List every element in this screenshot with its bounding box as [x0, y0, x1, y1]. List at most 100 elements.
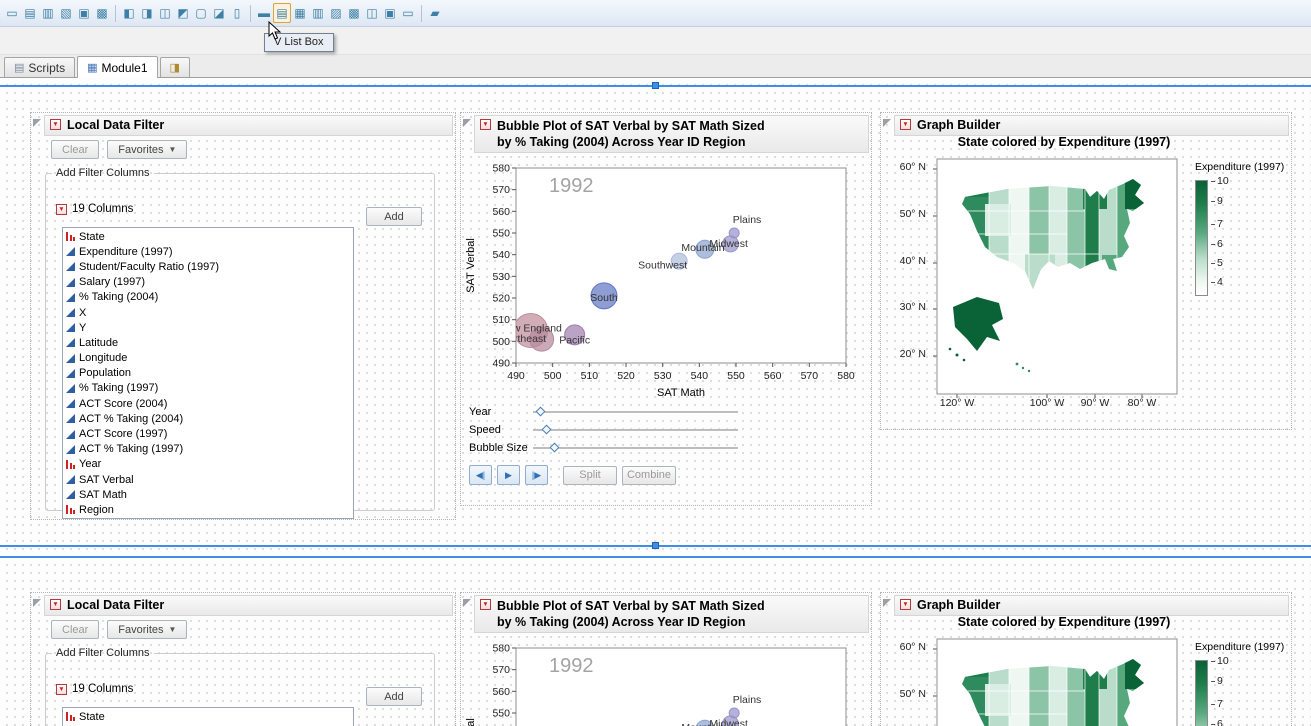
graph-box-icon[interactable]: ▩ — [93, 3, 111, 23]
bubble-plot-chart[interactable]: 4905005105205305405505605705804905005105… — [463, 155, 861, 401]
collapse-triangle-icon[interactable] — [463, 599, 471, 607]
text-edit-box-icon[interactable]: ▭ — [399, 3, 417, 23]
add-button[interactable]: Add — [366, 687, 422, 706]
red-triangle-menu-icon[interactable] — [56, 684, 67, 695]
play-button[interactable]: ▶ — [497, 465, 520, 485]
filter-column-item[interactable]: Longitude — [66, 351, 353, 366]
filter-columns-list[interactable]: State Expenditure (1997)Student/Faculty R… — [62, 227, 354, 519]
filter-column-item[interactable]: Student/Faculty Ratio (1997) — [66, 259, 353, 274]
red-triangle-menu-icon[interactable] — [56, 204, 67, 215]
red-triangle-menu-icon[interactable] — [480, 119, 491, 130]
tab-box-icon[interactable]: ◫ — [156, 3, 174, 23]
red-triangle-menu-icon[interactable] — [480, 599, 491, 610]
number-col-box-icon[interactable]: ▥ — [39, 3, 57, 23]
border-box-icon[interactable]: ▭ — [3, 3, 21, 23]
table-box-icon[interactable]: ▩ — [345, 3, 363, 23]
graph-builder-panel: Graph Builder State colored by Expenditu… — [880, 592, 1292, 726]
slider-thumb[interactable] — [550, 442, 560, 452]
color-gradient-bar[interactable] — [1195, 660, 1208, 726]
step-back-button[interactable]: ◀| — [469, 465, 492, 485]
filter-column-item[interactable]: Year — [66, 457, 353, 472]
column-name: Expenditure (1997) — [79, 246, 173, 258]
tab-module1[interactable]: ▦ Module1 — [77, 56, 157, 78]
filter-column-item[interactable]: ACT Score (1997) — [66, 426, 353, 441]
favorites-button[interactable]: Favorites ▼ — [107, 620, 187, 639]
red-triangle-menu-icon[interactable] — [900, 119, 911, 130]
slider-label: Bubble Size — [469, 442, 533, 454]
collapse-triangle-icon[interactable] — [33, 119, 41, 127]
collapse-triangle-icon[interactable] — [33, 599, 41, 607]
favorites-button[interactable]: Favorites ▼ — [107, 140, 187, 159]
container-guide-top[interactable] — [0, 85, 1311, 87]
text-box-icon[interactable]: ▤ — [21, 3, 39, 23]
script-box-icon[interactable]: ▰ — [426, 3, 444, 23]
filter-col-box-icon[interactable]: ▨ — [327, 3, 345, 23]
slider-thumb[interactable] — [542, 424, 552, 434]
add-button[interactable]: Add — [366, 207, 422, 226]
speed-slider[interactable] — [533, 429, 738, 432]
filter-column-item[interactable]: State — [66, 709, 353, 724]
bubble-size-slider[interactable] — [533, 447, 738, 450]
sheet-box-icon[interactable]: ◪ — [210, 3, 228, 23]
container-guide-row1-bottom[interactable] — [0, 545, 1311, 547]
add-module-tab[interactable]: ◨ — [160, 57, 190, 77]
filter-column-item[interactable]: % Taking (1997) — [66, 381, 353, 396]
red-triangle-menu-icon[interactable] — [900, 599, 911, 610]
clear-button[interactable]: Clear — [51, 140, 99, 159]
mouse-box-icon[interactable]: ▣ — [381, 3, 399, 23]
filter-column-item[interactable]: SAT Math — [66, 487, 353, 502]
v-splitter-box-icon[interactable]: ◨ — [138, 3, 156, 23]
slider-thumb[interactable] — [536, 406, 546, 416]
red-triangle-menu-icon[interactable] — [50, 599, 61, 610]
if-box-icon[interactable]: ◫ — [363, 3, 381, 23]
tab-scripts[interactable]: ▤ Scripts — [4, 57, 75, 77]
year-slider[interactable] — [533, 411, 738, 414]
h-splitter-box-icon[interactable]: ◧ — [120, 3, 138, 23]
collapse-triangle-icon[interactable] — [463, 119, 471, 127]
color-gradient-bar[interactable] — [1195, 180, 1208, 296]
red-triangle-menu-icon[interactable] — [50, 119, 61, 130]
column-name: SAT Math — [79, 489, 127, 501]
panel-box-icon[interactable]: ▢ — [192, 3, 210, 23]
guide-handle[interactable] — [652, 82, 659, 89]
filter-column-item[interactable]: Region — [66, 502, 353, 517]
us-map-chart[interactable] — [931, 157, 1183, 405]
filter-column-item[interactable]: State — [66, 229, 353, 244]
lineup-box-icon[interactable]: ▦ — [291, 3, 309, 23]
split-button[interactable]: Split — [563, 466, 617, 485]
col-list-box-icon[interactable]: ▥ — [309, 3, 327, 23]
design-canvas[interactable]: Local Data Filter Clear Favorites ▼ Add … — [0, 78, 1311, 726]
spacer-box-icon[interactable]: ▯ — [228, 3, 246, 23]
tab-bar: ▤ Scripts ▦ Module1 ◨ — [0, 55, 1311, 78]
container-guide-row2-top[interactable] — [0, 556, 1311, 558]
filter-column-item[interactable]: Expenditure (1997) — [66, 244, 353, 259]
filter-columns-list[interactable]: StateExpenditure (1997)Student/Faculty R… — [62, 707, 354, 726]
v-list-box-icon[interactable]: ▤ — [273, 3, 291, 23]
picture-box-icon[interactable]: ▧ — [57, 3, 75, 23]
outline-box-icon[interactable]: ◩ — [174, 3, 192, 23]
clear-button[interactable]: Clear — [51, 620, 99, 639]
filter-column-item[interactable]: SAT Verbal — [66, 472, 353, 487]
guide-handle[interactable] — [652, 542, 659, 549]
filter-column-item[interactable]: ACT % Taking (1997) — [66, 442, 353, 457]
svg-text:560: 560 — [492, 686, 510, 698]
filter-column-item[interactable]: Y — [66, 320, 353, 335]
collapse-triangle-icon[interactable] — [883, 599, 891, 607]
bubble-plot-chart[interactable]: 4905005105205305405505605705804905005105… — [463, 635, 861, 726]
filter-column-item[interactable]: ACT Score (2004) — [66, 396, 353, 411]
h-list-box-icon[interactable]: ▬ — [255, 3, 273, 23]
us-map-chart[interactable] — [931, 637, 1183, 726]
filter-column-item[interactable]: % Taking (2004) — [66, 290, 353, 305]
filter-column-item[interactable]: Population — [66, 366, 353, 381]
filter-column-item[interactable]: Latitude — [66, 335, 353, 350]
filter-column-item[interactable]: ACT % Taking (2004) — [66, 411, 353, 426]
column-name: ACT Score (1997) — [79, 428, 167, 440]
legend-title: Expenditure (1997) — [1195, 161, 1295, 173]
combine-button[interactable]: Combine — [622, 466, 676, 485]
filter-column-item[interactable]: Salary (1997) — [66, 275, 353, 290]
button-box-icon[interactable]: ▣ — [75, 3, 93, 23]
filter-column-item[interactable]: X — [66, 305, 353, 320]
continuous-column-icon — [66, 445, 75, 454]
step-forward-button[interactable]: |▶ — [525, 465, 548, 485]
collapse-triangle-icon[interactable] — [883, 119, 891, 127]
